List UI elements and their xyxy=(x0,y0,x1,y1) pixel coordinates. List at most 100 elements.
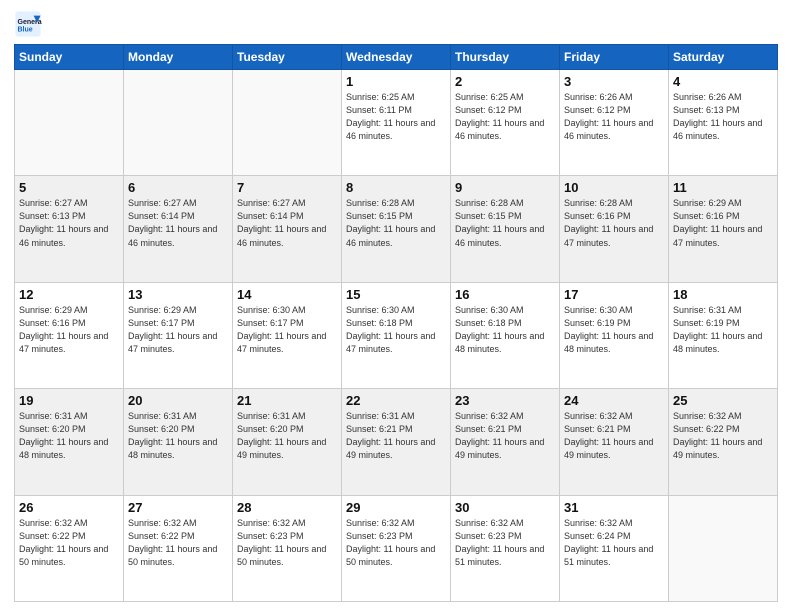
day-number: 11 xyxy=(673,180,773,195)
day-number: 18 xyxy=(673,287,773,302)
day-info: Sunrise: 6:32 AMSunset: 6:23 PMDaylight:… xyxy=(346,517,446,569)
calendar-day-cell: 9 Sunrise: 6:28 AMSunset: 6:15 PMDayligh… xyxy=(451,176,560,282)
day-info: Sunrise: 6:28 AMSunset: 6:16 PMDaylight:… xyxy=(564,197,664,249)
day-number: 14 xyxy=(237,287,337,302)
calendar-week-row: 26 Sunrise: 6:32 AMSunset: 6:22 PMDaylig… xyxy=(15,495,778,601)
calendar-day-cell: 8 Sunrise: 6:28 AMSunset: 6:15 PMDayligh… xyxy=(342,176,451,282)
day-info: Sunrise: 6:29 AMSunset: 6:17 PMDaylight:… xyxy=(128,304,228,356)
day-info: Sunrise: 6:32 AMSunset: 6:23 PMDaylight:… xyxy=(237,517,337,569)
day-number: 4 xyxy=(673,74,773,89)
calendar-week-row: 12 Sunrise: 6:29 AMSunset: 6:16 PMDaylig… xyxy=(15,282,778,388)
day-info: Sunrise: 6:31 AMSunset: 6:20 PMDaylight:… xyxy=(19,410,119,462)
day-info: Sunrise: 6:29 AMSunset: 6:16 PMDaylight:… xyxy=(673,197,773,249)
day-info: Sunrise: 6:31 AMSunset: 6:19 PMDaylight:… xyxy=(673,304,773,356)
calendar-day-cell: 30 Sunrise: 6:32 AMSunset: 6:23 PMDaylig… xyxy=(451,495,560,601)
calendar-day-cell: 16 Sunrise: 6:30 AMSunset: 6:18 PMDaylig… xyxy=(451,282,560,388)
day-number: 2 xyxy=(455,74,555,89)
day-number: 26 xyxy=(19,500,119,515)
calendar-day-cell xyxy=(233,70,342,176)
day-number: 17 xyxy=(564,287,664,302)
day-number: 5 xyxy=(19,180,119,195)
day-info: Sunrise: 6:32 AMSunset: 6:24 PMDaylight:… xyxy=(564,517,664,569)
day-info: Sunrise: 6:27 AMSunset: 6:13 PMDaylight:… xyxy=(19,197,119,249)
day-number: 9 xyxy=(455,180,555,195)
day-number: 27 xyxy=(128,500,228,515)
calendar-day-cell: 18 Sunrise: 6:31 AMSunset: 6:19 PMDaylig… xyxy=(669,282,778,388)
day-number: 3 xyxy=(564,74,664,89)
page-header: General Blue xyxy=(14,10,778,38)
calendar-week-row: 1 Sunrise: 6:25 AMSunset: 6:11 PMDayligh… xyxy=(15,70,778,176)
calendar-day-cell xyxy=(669,495,778,601)
day-info: Sunrise: 6:30 AMSunset: 6:18 PMDaylight:… xyxy=(455,304,555,356)
weekday-header-saturday: Saturday xyxy=(669,45,778,70)
day-number: 19 xyxy=(19,393,119,408)
day-number: 20 xyxy=(128,393,228,408)
calendar-day-cell: 31 Sunrise: 6:32 AMSunset: 6:24 PMDaylig… xyxy=(560,495,669,601)
calendar-day-cell: 19 Sunrise: 6:31 AMSunset: 6:20 PMDaylig… xyxy=(15,389,124,495)
calendar-week-row: 5 Sunrise: 6:27 AMSunset: 6:13 PMDayligh… xyxy=(15,176,778,282)
day-number: 30 xyxy=(455,500,555,515)
calendar-day-cell: 6 Sunrise: 6:27 AMSunset: 6:14 PMDayligh… xyxy=(124,176,233,282)
day-info: Sunrise: 6:27 AMSunset: 6:14 PMDaylight:… xyxy=(128,197,228,249)
day-number: 31 xyxy=(564,500,664,515)
day-info: Sunrise: 6:31 AMSunset: 6:20 PMDaylight:… xyxy=(128,410,228,462)
day-info: Sunrise: 6:27 AMSunset: 6:14 PMDaylight:… xyxy=(237,197,337,249)
calendar-day-cell: 15 Sunrise: 6:30 AMSunset: 6:18 PMDaylig… xyxy=(342,282,451,388)
calendar-day-cell: 3 Sunrise: 6:26 AMSunset: 6:12 PMDayligh… xyxy=(560,70,669,176)
calendar-day-cell: 10 Sunrise: 6:28 AMSunset: 6:16 PMDaylig… xyxy=(560,176,669,282)
weekday-header-tuesday: Tuesday xyxy=(233,45,342,70)
calendar-day-cell: 11 Sunrise: 6:29 AMSunset: 6:16 PMDaylig… xyxy=(669,176,778,282)
logo: General Blue xyxy=(14,10,44,38)
day-info: Sunrise: 6:31 AMSunset: 6:20 PMDaylight:… xyxy=(237,410,337,462)
day-info: Sunrise: 6:28 AMSunset: 6:15 PMDaylight:… xyxy=(455,197,555,249)
day-info: Sunrise: 6:32 AMSunset: 6:21 PMDaylight:… xyxy=(455,410,555,462)
day-number: 13 xyxy=(128,287,228,302)
day-number: 21 xyxy=(237,393,337,408)
calendar-day-cell: 5 Sunrise: 6:27 AMSunset: 6:13 PMDayligh… xyxy=(15,176,124,282)
calendar-day-cell: 20 Sunrise: 6:31 AMSunset: 6:20 PMDaylig… xyxy=(124,389,233,495)
day-number: 24 xyxy=(564,393,664,408)
calendar-day-cell: 1 Sunrise: 6:25 AMSunset: 6:11 PMDayligh… xyxy=(342,70,451,176)
day-info: Sunrise: 6:32 AMSunset: 6:23 PMDaylight:… xyxy=(455,517,555,569)
day-number: 25 xyxy=(673,393,773,408)
calendar-day-cell: 21 Sunrise: 6:31 AMSunset: 6:20 PMDaylig… xyxy=(233,389,342,495)
calendar-day-cell: 28 Sunrise: 6:32 AMSunset: 6:23 PMDaylig… xyxy=(233,495,342,601)
calendar-day-cell xyxy=(15,70,124,176)
calendar-day-cell: 17 Sunrise: 6:30 AMSunset: 6:19 PMDaylig… xyxy=(560,282,669,388)
day-info: Sunrise: 6:32 AMSunset: 6:22 PMDaylight:… xyxy=(673,410,773,462)
day-number: 8 xyxy=(346,180,446,195)
day-info: Sunrise: 6:32 AMSunset: 6:21 PMDaylight:… xyxy=(564,410,664,462)
calendar-day-cell: 12 Sunrise: 6:29 AMSunset: 6:16 PMDaylig… xyxy=(15,282,124,388)
day-number: 6 xyxy=(128,180,228,195)
calendar-day-cell: 13 Sunrise: 6:29 AMSunset: 6:17 PMDaylig… xyxy=(124,282,233,388)
day-number: 29 xyxy=(346,500,446,515)
weekday-header-wednesday: Wednesday xyxy=(342,45,451,70)
day-number: 22 xyxy=(346,393,446,408)
day-number: 16 xyxy=(455,287,555,302)
day-number: 7 xyxy=(237,180,337,195)
day-number: 28 xyxy=(237,500,337,515)
day-info: Sunrise: 6:32 AMSunset: 6:22 PMDaylight:… xyxy=(19,517,119,569)
weekday-header-sunday: Sunday xyxy=(15,45,124,70)
day-number: 10 xyxy=(564,180,664,195)
day-info: Sunrise: 6:26 AMSunset: 6:12 PMDaylight:… xyxy=(564,91,664,143)
day-info: Sunrise: 6:32 AMSunset: 6:22 PMDaylight:… xyxy=(128,517,228,569)
calendar-day-cell: 2 Sunrise: 6:25 AMSunset: 6:12 PMDayligh… xyxy=(451,70,560,176)
day-info: Sunrise: 6:30 AMSunset: 6:19 PMDaylight:… xyxy=(564,304,664,356)
weekday-header-friday: Friday xyxy=(560,45,669,70)
calendar-day-cell: 7 Sunrise: 6:27 AMSunset: 6:14 PMDayligh… xyxy=(233,176,342,282)
day-info: Sunrise: 6:30 AMSunset: 6:18 PMDaylight:… xyxy=(346,304,446,356)
day-info: Sunrise: 6:29 AMSunset: 6:16 PMDaylight:… xyxy=(19,304,119,356)
logo-icon: General Blue xyxy=(14,10,42,38)
day-info: Sunrise: 6:25 AMSunset: 6:11 PMDaylight:… xyxy=(346,91,446,143)
calendar-day-cell: 29 Sunrise: 6:32 AMSunset: 6:23 PMDaylig… xyxy=(342,495,451,601)
calendar-day-cell: 14 Sunrise: 6:30 AMSunset: 6:17 PMDaylig… xyxy=(233,282,342,388)
day-number: 23 xyxy=(455,393,555,408)
day-number: 1 xyxy=(346,74,446,89)
day-number: 12 xyxy=(19,287,119,302)
calendar-day-cell: 4 Sunrise: 6:26 AMSunset: 6:13 PMDayligh… xyxy=(669,70,778,176)
calendar-day-cell: 23 Sunrise: 6:32 AMSunset: 6:21 PMDaylig… xyxy=(451,389,560,495)
svg-text:Blue: Blue xyxy=(18,27,33,34)
calendar-day-cell: 24 Sunrise: 6:32 AMSunset: 6:21 PMDaylig… xyxy=(560,389,669,495)
day-info: Sunrise: 6:30 AMSunset: 6:17 PMDaylight:… xyxy=(237,304,337,356)
